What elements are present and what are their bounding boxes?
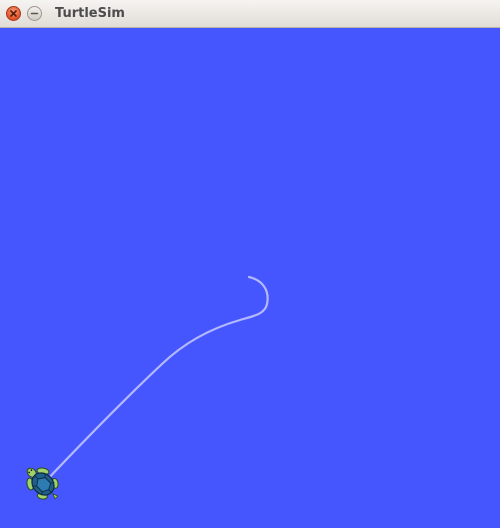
minimize-button[interactable] — [27, 6, 42, 21]
close-button[interactable] — [6, 6, 21, 21]
close-icon — [10, 10, 17, 17]
turtle-canvas — [0, 28, 500, 528]
window-titlebar[interactable]: TurtleSim — [0, 0, 500, 28]
window-title: TurtleSim — [55, 6, 125, 21]
drawing-surface — [26, 275, 269, 500]
pen-trail — [42, 275, 269, 485]
minimize-icon — [30, 12, 39, 15]
turtlesim-window: TurtleSim — [0, 0, 500, 528]
